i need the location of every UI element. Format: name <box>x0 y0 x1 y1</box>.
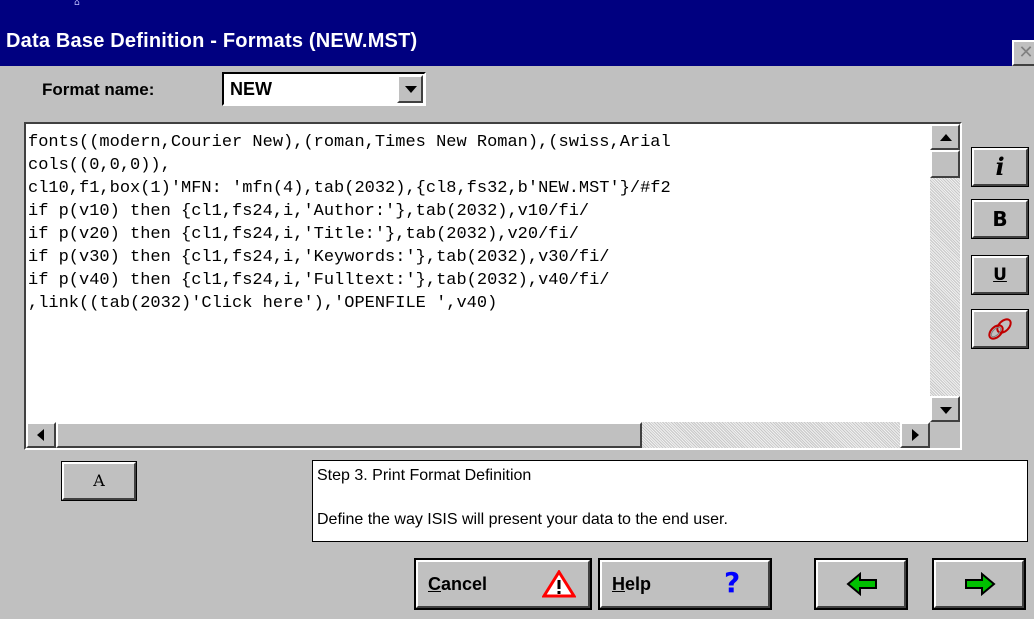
scroll-left-button[interactable] <box>26 422 56 448</box>
vertical-scroll-thumb[interactable] <box>930 150 960 178</box>
step-info-panel: Step 3. Print Format Definition Define t… <box>312 460 1028 542</box>
arrow-left-icon <box>37 429 44 441</box>
code-line: if p(v30) then {cl1,fs24,i,'Keywords:'},… <box>28 248 610 267</box>
horizontal-scrollbar[interactable] <box>26 422 930 448</box>
font-icon: A <box>93 471 105 490</box>
back-arrow-icon <box>846 571 878 601</box>
bold-button[interactable]: B <box>971 199 1029 239</box>
scroll-down-button[interactable] <box>930 396 960 422</box>
scrollbar-corner <box>930 422 960 448</box>
code-line: cl10,f1,box(1)'MFN: 'mfn(4),tab(2032),{c… <box>28 179 671 198</box>
chevron-down-icon <box>405 86 417 93</box>
arrow-right-icon <box>912 429 919 441</box>
bold-icon: B <box>992 207 1008 231</box>
app-icon: ⌂ <box>74 0 80 8</box>
format-name-combobox[interactable]: NEW <box>222 72 426 106</box>
vertical-scrollbar[interactable] <box>930 124 960 424</box>
code-line: if p(v40) then {cl1,fs24,i,'Fulltext:'},… <box>28 271 610 290</box>
horizontal-scroll-thumb[interactable] <box>56 422 642 448</box>
arrow-up-icon <box>940 134 952 141</box>
close-button[interactable]: ✕ <box>1012 40 1034 66</box>
title-bar: Data Base Definition - Formats (NEW.MST)… <box>0 10 1034 66</box>
font-button[interactable]: A <box>61 461 137 501</box>
warning-icon <box>541 569 577 603</box>
next-arrow-icon <box>964 571 996 601</box>
format-name-value: NEW <box>230 79 272 99</box>
code-line: fonts((modern,Courier New),(roman,Times … <box>28 133 671 152</box>
hyperlink-button[interactable] <box>971 309 1029 349</box>
italic-button[interactable]: i <box>971 147 1029 187</box>
parent-window-strip: ⌂ <box>0 0 1034 10</box>
format-name-dropdown-button[interactable] <box>397 75 423 103</box>
code-line: if p(v10) then {cl1,fs24,i,'Author:'},ta… <box>28 202 590 221</box>
scroll-right-button[interactable] <box>900 422 930 448</box>
step-description: Define the way ISIS will present your da… <box>317 511 728 528</box>
question-mark-icon: ? <box>724 566 741 599</box>
italic-icon: i <box>995 152 1005 181</box>
underline-icon: U <box>993 265 1007 285</box>
help-label: Help <box>612 574 652 594</box>
format-editor[interactable]: fonts((modern,Courier New),(roman,Times … <box>24 122 962 450</box>
format-code-text[interactable]: fonts((modern,Courier New),(roman,Times … <box>28 131 924 419</box>
cancel-button[interactable]: Cancel <box>414 558 592 610</box>
link-chain-icon <box>974 312 1026 346</box>
underline-button[interactable]: U <box>971 255 1029 295</box>
code-line: ,link((tab(2032)'Click here'),'OPENFILE … <box>28 294 498 313</box>
window-title: Data Base Definition - Formats (NEW.MST) <box>6 30 418 52</box>
code-line: cols((0,0,0)), <box>28 156 171 175</box>
next-button[interactable] <box>932 558 1026 610</box>
arrow-down-icon <box>940 407 952 414</box>
back-button[interactable] <box>814 558 908 610</box>
format-name-label: Format name: <box>42 80 155 99</box>
step-title: Step 3. Print Format Definition <box>317 467 532 484</box>
scroll-up-button[interactable] <box>930 124 960 150</box>
help-button[interactable]: Help ? <box>598 558 772 610</box>
cancel-label: Cancel <box>428 574 488 594</box>
code-line: if p(v20) then {cl1,fs24,i,'Title:'},tab… <box>28 225 579 244</box>
dialog-window: ⌂ Data Base Definition - Formats (NEW.MS… <box>0 0 1034 619</box>
